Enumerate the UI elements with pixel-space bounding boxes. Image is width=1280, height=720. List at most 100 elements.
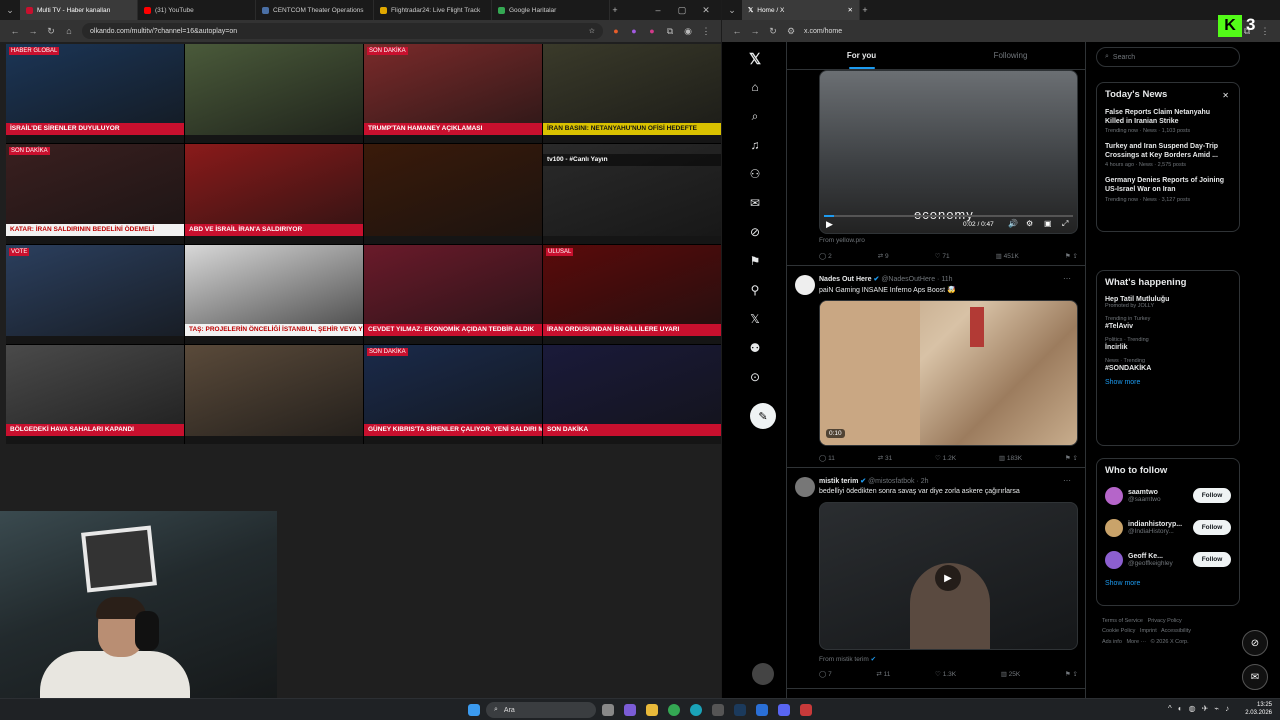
url-text[interactable]: x.com/home — [804, 28, 1216, 35]
grok-float-button[interactable]: ⊘ — [1242, 630, 1268, 656]
bookmarks-icon[interactable]: ⚑ — [750, 254, 761, 268]
reply-action[interactable]: ◯ 7 — [819, 670, 832, 678]
post-more-icon[interactable]: ⋯ — [1063, 274, 1071, 283]
pip-icon[interactable]: ▣ — [1044, 219, 1052, 228]
news-item[interactable]: False Reports Claim Netanyahu Killed in … — [1105, 108, 1231, 134]
tab-following[interactable]: Following — [936, 42, 1085, 69]
app-icon-3[interactable] — [800, 704, 812, 716]
x-logo-icon[interactable]: 𝕏 — [749, 50, 761, 68]
post-author[interactable]: Nades Out Here ✔ @NadesOutHere · 11h — [819, 275, 1069, 283]
tv-channel-cell[interactable]: ABD VE İSRAİL İRAN'A SALDIRIYOR — [185, 144, 363, 244]
tab-list-icon-right[interactable]: ⌄ — [722, 5, 742, 16]
news-item[interactable]: Germany Denies Reports of Joining US-Isr… — [1105, 176, 1231, 202]
tv-channel-cell[interactable]: TAŞ: PROJELERİN ÖNCELİĞİ İSTANBUL, ŞEHİR… — [185, 244, 363, 344]
app-icon-2[interactable] — [756, 704, 768, 716]
app-icon[interactable] — [712, 704, 724, 716]
taskbar-search[interactable]: ⌕ Ara — [486, 702, 596, 718]
avatar[interactable] — [795, 275, 815, 295]
news-item[interactable]: Turkey and Iran Suspend Day-Trip Crossin… — [1105, 142, 1231, 168]
tab-multitv[interactable]: Multi TV - Haber kanalları — [20, 0, 138, 20]
tv-channel-cell[interactable]: SON DAKİKA — [543, 344, 721, 444]
search-input[interactable]: ⌕ Search — [1096, 47, 1240, 67]
tab-for-you[interactable]: For you — [787, 42, 936, 69]
chrome-icon[interactable] — [668, 704, 680, 716]
tab-x-home[interactable]: 𝕏 Home / X ✕ — [742, 0, 860, 20]
tv-channel-cell[interactable]: ULUSAL İRAN ORDUSUNDAN İSRAİLLİLERE UYARI — [543, 244, 721, 344]
avatar[interactable] — [1105, 487, 1123, 505]
tv-channel-cell[interactable]: SON DAKİKA TRUMP'TAN HAMANEY AÇIKLAMASI — [364, 44, 542, 144]
avatar[interactable] — [795, 477, 815, 497]
profile-icon[interactable]: ⚉ — [750, 341, 761, 355]
tab-list-icon[interactable]: ⌄ — [0, 5, 20, 16]
footer-link[interactable]: Privacy Policy — [1148, 618, 1182, 624]
notifications-bell-icon[interactable]: ♫ — [751, 138, 760, 152]
premium-x-icon[interactable]: 𝕏 — [750, 312, 760, 326]
post-video[interactable]: ▶ — [819, 502, 1078, 650]
tv-channel-cell[interactable]: SON DAKİKA KATAR: İRAN SALDIRININ BEDELİN… — [6, 144, 184, 244]
back-icon[interactable]: ← — [10, 26, 20, 36]
extension-icon-2[interactable]: ● — [629, 26, 639, 36]
tv-channel-cell[interactable]: VOTE — [6, 244, 184, 344]
tab-centcom[interactable]: CENTCOM Theater Operations — [256, 0, 374, 20]
repost-action[interactable]: ⇄ 9 — [878, 252, 889, 260]
more-icon[interactable]: ⊙ — [750, 370, 760, 384]
messages-float-button[interactable]: ✉ — [1242, 664, 1268, 690]
play-icon[interactable]: ▶ — [826, 219, 833, 230]
task-view-icon[interactable] — [602, 704, 614, 716]
profile-icon[interactable]: ◉ — [683, 26, 693, 37]
avatar[interactable] — [1105, 551, 1123, 569]
tv-channel-cell[interactable] — [185, 344, 363, 444]
feed-post[interactable]: mistik terim ✔ @mistosfatbok · 2h bedell… — [787, 469, 1085, 689]
footer-link[interactable]: Ads info — [1102, 639, 1122, 645]
back-icon[interactable]: ← — [732, 26, 742, 36]
settings-icon[interactable]: ⚙ — [1026, 219, 1033, 228]
minimize-icon[interactable]: – — [653, 5, 663, 16]
url-field[interactable]: olkando.com/multitv/?channel=16&autoplay… — [82, 23, 603, 39]
follow-button[interactable]: Follow — [1193, 520, 1231, 535]
tv-channel-cell[interactable]: SON DAKİKA GÜNEY KIBRIS'TA SİRENLER ÇALIY… — [364, 344, 542, 444]
grok-icon[interactable]: ⊘ — [750, 225, 760, 239]
maximize-icon[interactable]: ▢ — [677, 5, 687, 16]
home-icon[interactable]: ⌂ — [64, 26, 74, 36]
bookmark-share-actions[interactable]: ⚑ ⇪ — [1065, 454, 1078, 462]
trend-item[interactable]: News · Trending #SONDAKİKA — [1105, 358, 1231, 372]
post-author[interactable]: mistik terim ✔ @mistosfatbok · 2h — [819, 477, 1069, 485]
tv-channel-cell[interactable]: BÖLGEDEKİ HAVA SAHALARI KAPANDI — [6, 344, 184, 444]
trend-item[interactable]: Politics · Trending İncirlik — [1105, 337, 1231, 351]
feed-post[interactable]: Nades Out Here ✔ @NadesOutHere · 11h pai… — [787, 267, 1085, 468]
follow-suggestion[interactable]: indianhistoryp... @IndiaHistory... Follow — [1105, 516, 1231, 540]
account-avatar[interactable] — [752, 663, 774, 685]
tab-youtube[interactable]: (31) YouTube — [138, 0, 256, 20]
views-action[interactable]: ▥ 25K — [1001, 670, 1021, 678]
extensions-puzzle-icon[interactable]: ⧉ — [665, 26, 675, 37]
post-button[interactable]: ✎ — [750, 403, 776, 429]
new-tab-icon[interactable]: + — [610, 5, 620, 15]
communities-icon[interactable]: ⚲ — [751, 283, 760, 297]
tab-flightradar[interactable]: Flightradar24: Live Flight Track — [374, 0, 492, 20]
views-action[interactable]: ▥ 451K — [996, 252, 1019, 260]
fullscreen-icon[interactable]: ⤢ — [1062, 219, 1068, 229]
show-more-link[interactable]: Show more — [1105, 580, 1231, 587]
footer-link[interactable]: Terms of Service — [1102, 618, 1143, 624]
discord-icon[interactable] — [778, 704, 790, 716]
close-icon[interactable]: ✕ — [1222, 91, 1229, 100]
tv-channel-cell[interactable]: tv100 - #Canlı Yayın — [543, 144, 721, 244]
home-icon[interactable]: ⌂ — [751, 80, 758, 94]
follow-button[interactable]: Follow — [1193, 552, 1231, 567]
footer-link[interactable]: Imprint — [1140, 628, 1157, 634]
views-action[interactable]: ▥ 183K — [999, 454, 1022, 462]
trend-item[interactable]: Hep Tatil Mutluluğu Promoted by JOLLY — [1105, 296, 1231, 309]
footer-link[interactable]: Cookie Policy — [1102, 628, 1135, 634]
volume-icon[interactable]: 🔊 — [1008, 219, 1018, 228]
footer-link[interactable]: More ··· — [1126, 639, 1146, 645]
post-video[interactable]: economy ▶ 0:02 / 0:47 🔊 ⚙ ▣ ⤢ — [819, 70, 1078, 234]
close-icon[interactable]: ✕ — [701, 5, 711, 16]
follow-suggestion[interactable]: Geoff Ke... @geoffkeighley Follow — [1105, 548, 1231, 572]
start-windows-icon[interactable] — [468, 704, 480, 716]
follow-suggestion[interactable]: saamtwo @saamtwo Follow — [1105, 484, 1231, 508]
repost-action[interactable]: ⇄ 11 — [876, 670, 890, 678]
follow-button[interactable]: Follow — [1193, 488, 1231, 503]
post-more-icon[interactable]: ⋯ — [1063, 476, 1071, 485]
file-explorer-icon[interactable] — [646, 704, 658, 716]
forward-icon[interactable]: → — [750, 26, 760, 36]
